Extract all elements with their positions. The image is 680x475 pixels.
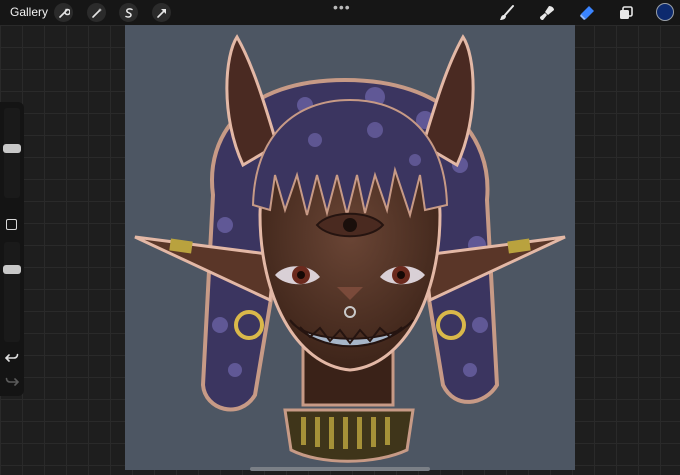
left-sidebar [0, 102, 24, 396]
character-artwork [134, 34, 566, 463]
more-options-handle[interactable]: ••• [333, 0, 351, 14]
eraser-button[interactable] [577, 3, 597, 23]
layers-icon [620, 6, 633, 19]
selection-button[interactable] [119, 3, 138, 22]
transform-arrow-icon [156, 8, 166, 18]
smudge-button[interactable] [537, 3, 557, 23]
smudge-icon [540, 6, 554, 20]
actions-button[interactable] [54, 3, 73, 22]
transform-button[interactable] [152, 3, 171, 22]
selection-icon [124, 7, 133, 18]
magic-wand-icon [91, 7, 102, 18]
adjustments-button[interactable] [87, 3, 106, 22]
drawing-canvas[interactable] [125, 25, 575, 470]
top-toolbar: Gallery ••• [0, 0, 680, 25]
wrench-icon [58, 8, 70, 18]
color-picker-swatch[interactable] [656, 3, 674, 21]
opacity-thumb[interactable] [3, 264, 21, 274]
eraser-icon [580, 6, 594, 20]
redo-button[interactable] [5, 374, 20, 388]
redo-icon [5, 377, 20, 386]
modify-button[interactable] [6, 219, 17, 230]
home-indicator[interactable] [250, 467, 430, 471]
gallery-button[interactable]: Gallery [10, 5, 48, 19]
opacity-slider[interactable] [4, 242, 20, 342]
brush-size-thumb[interactable] [3, 144, 21, 154]
undo-button[interactable] [4, 350, 19, 364]
layers-button[interactable] [616, 3, 636, 23]
undo-icon [4, 353, 19, 362]
brush-icon [500, 5, 514, 20]
brush-button[interactable] [497, 3, 517, 23]
